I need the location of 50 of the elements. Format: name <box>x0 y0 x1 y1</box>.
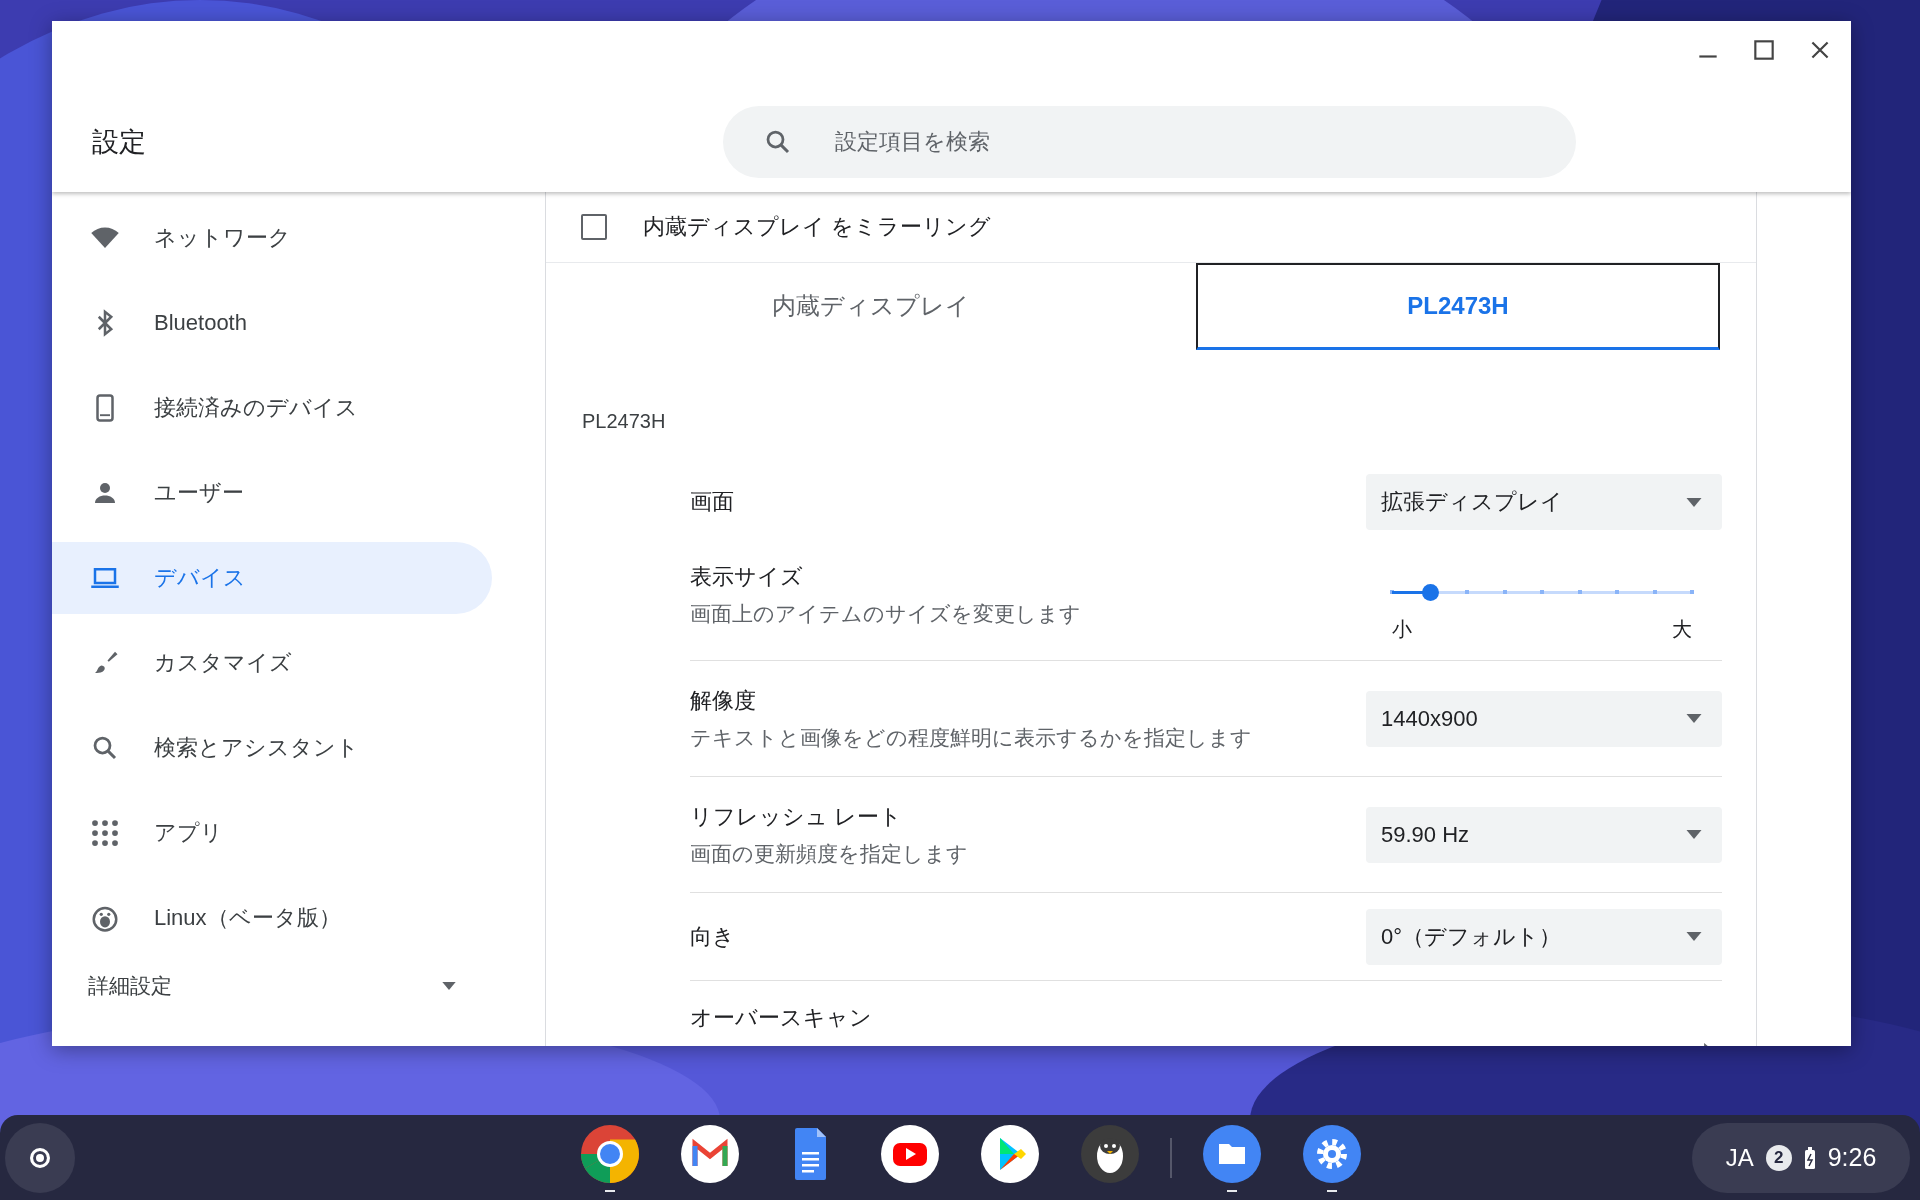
sidebar-item[interactable]: 接続済みのデバイス <box>52 372 492 444</box>
files-app-icon[interactable] <box>1202 1123 1262 1184</box>
setting-description: 画面上のアイテムのサイズを変更します <box>690 601 1081 627</box>
setting-label: 解像度 <box>690 686 757 715</box>
gmail-app-icon[interactable] <box>680 1123 740 1184</box>
max-label: 大 <box>1672 617 1692 642</box>
sidebar-item[interactable]: Bluetooth <box>52 287 492 359</box>
ime-indicator: JA <box>1725 1143 1754 1172</box>
dropdown[interactable]: 59.90 Hz <box>1366 806 1722 863</box>
status-tray[interactable]: JA 2 9:26 <box>1692 1122 1910 1193</box>
sidebar-item[interactable]: カスタマイズ <box>52 627 492 699</box>
search-field[interactable]: 設定項目を検索 <box>723 106 1576 178</box>
dropdown[interactable]: 1440x900 <box>1366 690 1722 747</box>
setting-label: 画面 <box>690 488 734 516</box>
sidebar-item[interactable]: ユーザー <box>52 457 492 529</box>
setting-description: テキストと画像をどの程度鮮明に表示するかを指定します <box>690 724 1252 751</box>
dropdown[interactable]: 0°（デフォルト） <box>1366 908 1722 965</box>
dropdown[interactable]: 拡張ディスプレイ <box>1366 474 1722 530</box>
settings-app-icon[interactable] <box>1302 1123 1362 1184</box>
caret-icon <box>1686 497 1702 507</box>
play-app-icon[interactable] <box>980 1123 1040 1184</box>
window-title: 設定 <box>92 126 147 159</box>
min-label: 小 <box>1392 617 1412 642</box>
setting-label: 表示サイズ <box>690 563 804 591</box>
sidebar-item[interactable]: アプリ <box>52 797 492 869</box>
penguin-app-icon[interactable] <box>1080 1123 1140 1184</box>
notification-count: 2 <box>1765 1144 1792 1171</box>
maximize-icon[interactable] <box>1751 37 1777 63</box>
setting-label: オーバースキャン <box>690 1004 872 1032</box>
battery-icon <box>1803 1146 1816 1169</box>
caret-icon <box>1686 932 1702 941</box>
section-title: PL2473H <box>581 409 667 434</box>
caret-icon <box>1686 830 1702 839</box>
advanced-section[interactable]: 詳細設定 <box>52 961 456 1011</box>
slider[interactable] <box>1392 582 1692 602</box>
chrome-app-icon[interactable] <box>580 1123 640 1184</box>
clock: 9:26 <box>1827 1143 1877 1172</box>
caret-icon <box>1686 714 1702 723</box>
sidebar-item[interactable]: デバイス <box>52 542 492 614</box>
checkbox-label: 内蔵ディスプレイ をミラーリング <box>643 213 992 241</box>
display-tab[interactable]: PL2473H <box>1196 263 1720 350</box>
checkbox[interactable] <box>581 214 607 240</box>
sidebar-item[interactable]: 検索とアシスタント <box>52 712 492 784</box>
setting-label: リフレッシュ レート <box>690 802 904 831</box>
youtube-app-icon[interactable] <box>880 1123 940 1184</box>
sidebar-item[interactable]: Linux（ベータ版） <box>52 882 492 954</box>
sidebar-item[interactable]: ネットワーク <box>52 202 492 274</box>
setting-description: 画面の更新頻度を指定します <box>690 840 968 867</box>
setting-label: 向き <box>690 922 735 951</box>
apps-icon <box>90 818 120 848</box>
